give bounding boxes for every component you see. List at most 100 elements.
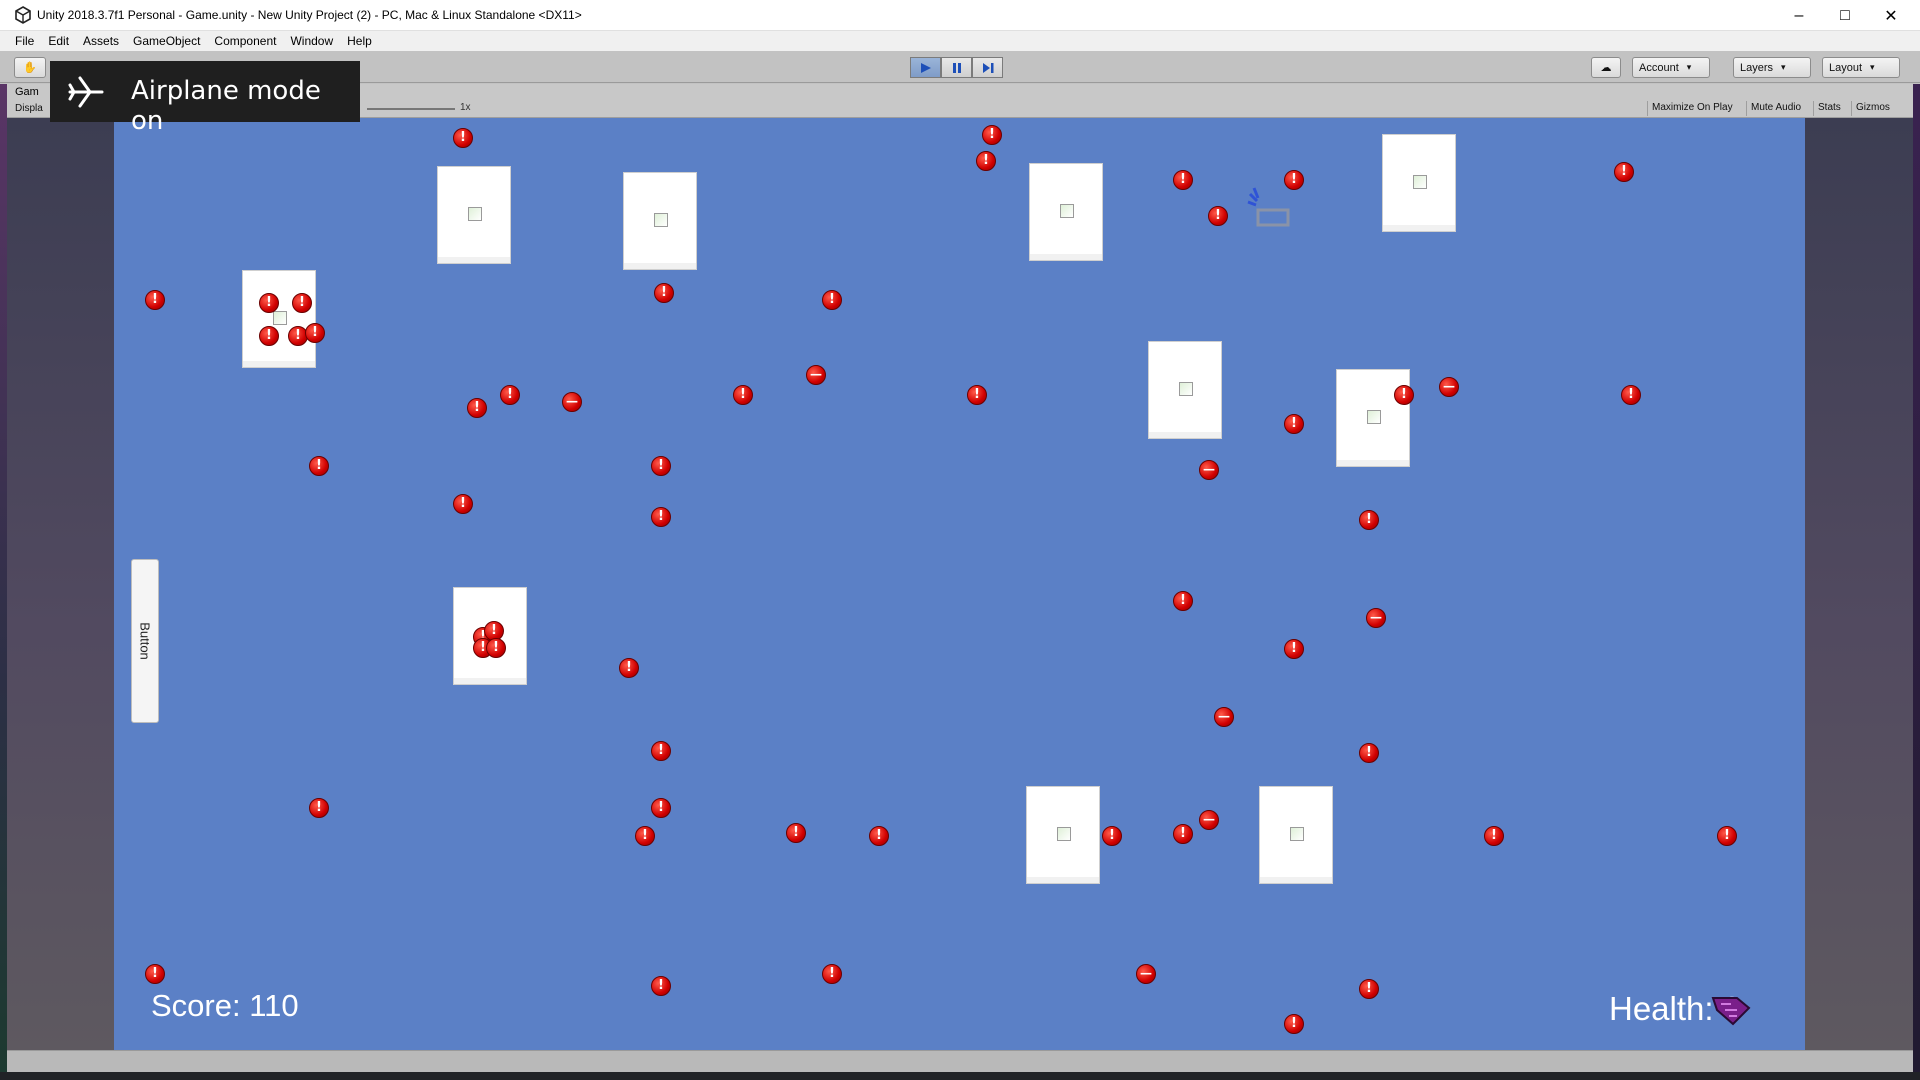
image-card — [1259, 786, 1333, 884]
unity-editor-window: Unity 2018.3.7f1 Personal - Game.unity -… — [0, 0, 1920, 1080]
error-icon: ! — [486, 638, 506, 658]
image-card — [623, 172, 697, 270]
score-label: Score: 110 — [151, 988, 299, 1023]
image-card — [1336, 369, 1410, 467]
error-icon: ! — [500, 385, 520, 405]
pause-button[interactable] — [941, 57, 972, 78]
error-icon: ! — [786, 823, 806, 843]
menu-assets[interactable]: Assets — [76, 34, 126, 48]
error-icon: ! — [635, 826, 655, 846]
error-icon: ! — [453, 128, 473, 148]
error-icon: ! — [822, 964, 842, 984]
maximize-icon[interactable]: □ — [1822, 0, 1868, 31]
error-icon: ! — [1359, 979, 1379, 999]
error-icon: ! — [967, 385, 987, 405]
window-title: Unity 2018.3.7f1 Personal - Game.unity -… — [37, 8, 582, 22]
error-icon: ! — [1621, 385, 1641, 405]
error-icon: ! — [651, 456, 671, 476]
error-icon: ! — [1284, 1014, 1304, 1034]
error-icon: ! — [869, 826, 889, 846]
error-icon: ! — [453, 494, 473, 514]
error-icon: — — [1199, 460, 1219, 480]
airplane-mode-toast: Airplane mode on — [50, 61, 360, 136]
mute-audio-toggle[interactable]: Mute Audio — [1746, 101, 1805, 116]
layers-dropdown[interactable]: Layers — [1733, 57, 1811, 78]
title-bar: Unity 2018.3.7f1 Personal - Game.unity -… — [0, 0, 1920, 31]
heart-cursor-icon — [1711, 997, 1751, 1026]
step-icon — [982, 62, 993, 73]
error-icon: ! — [976, 151, 996, 171]
error-icon: — — [1214, 707, 1234, 727]
error-icon: ! — [1284, 639, 1304, 659]
error-icon: ! — [654, 283, 674, 303]
error-icon: ! — [309, 798, 329, 818]
loading-spinner-icon — [1247, 187, 1290, 227]
menu-bar: File Edit Assets GameObject Component Wi… — [0, 31, 1920, 51]
hand-tool-icon[interactable]: ✋ — [14, 57, 46, 78]
menu-window[interactable]: Window — [283, 34, 340, 48]
error-icon: ! — [651, 976, 671, 996]
error-icon: ! — [1173, 170, 1193, 190]
error-icon: ! — [259, 326, 279, 346]
error-icon: ! — [651, 741, 671, 761]
error-icon: — — [1199, 810, 1219, 830]
scale-slider[interactable] — [367, 108, 455, 110]
error-icon: ! — [1394, 385, 1414, 405]
error-icon: ! — [467, 398, 487, 418]
error-icon: ! — [1173, 591, 1193, 611]
error-icon: ! — [259, 293, 279, 313]
game-canvas[interactable]: Button Score: 110 Health: 3 !!!!!!!!!!!!… — [114, 118, 1805, 1050]
gizmos-dropdown[interactable]: Gizmos — [1851, 101, 1894, 116]
error-icon: ! — [1484, 826, 1504, 846]
error-icon: ! — [1284, 414, 1304, 434]
stats-toggle[interactable]: Stats — [1813, 101, 1845, 116]
error-icon: ! — [1717, 826, 1737, 846]
cloud-icon[interactable]: ☁ — [1591, 57, 1621, 78]
broken-image-icon — [1290, 827, 1304, 841]
error-icon: ! — [309, 456, 329, 476]
error-icon: — — [1136, 964, 1156, 984]
play-icon — [920, 62, 931, 73]
minimize-icon[interactable]: – — [1776, 0, 1822, 31]
menu-component[interactable]: Component — [207, 34, 283, 48]
error-icon: ! — [1173, 824, 1193, 844]
broken-image-icon — [1060, 204, 1074, 218]
menu-help[interactable]: Help — [340, 34, 379, 48]
broken-image-icon — [654, 213, 668, 227]
account-dropdown[interactable]: Account — [1632, 57, 1710, 78]
display-dropdown[interactable]: Displa — [15, 103, 43, 114]
desktop-edge-right — [1913, 84, 1920, 1080]
airplane-icon — [68, 76, 104, 108]
close-icon[interactable]: ✕ — [1868, 0, 1914, 31]
error-icon: — — [562, 392, 582, 412]
error-icon: ! — [1102, 826, 1122, 846]
menu-edit[interactable]: Edit — [41, 34, 76, 48]
error-icon: ! — [619, 658, 639, 678]
error-icon: ! — [822, 290, 842, 310]
error-icon: ! — [145, 290, 165, 310]
error-icon: — — [806, 365, 826, 385]
layout-dropdown[interactable]: Layout — [1822, 57, 1900, 78]
error-icon: ! — [292, 293, 312, 313]
unity-logo-icon — [15, 6, 31, 24]
play-controls — [910, 57, 1003, 78]
tab-game[interactable]: Gam — [15, 86, 39, 98]
image-card — [437, 166, 511, 264]
step-button[interactable] — [972, 57, 1003, 78]
error-icon: — — [1366, 608, 1386, 628]
error-icon: ! — [1284, 170, 1304, 190]
menu-file[interactable]: File — [8, 34, 41, 48]
error-icon: ! — [1359, 743, 1379, 763]
toast-text: Airplane mode on — [131, 76, 321, 136]
taskbar-edge — [0, 1072, 1920, 1080]
menu-gameobject[interactable]: GameObject — [126, 34, 207, 48]
error-icon: ! — [1359, 510, 1379, 530]
play-button[interactable] — [910, 57, 941, 78]
broken-image-icon — [1179, 382, 1193, 396]
game-letterbox-left — [7, 118, 114, 1050]
broken-image-icon — [1057, 827, 1071, 841]
ui-button[interactable]: Button — [131, 559, 159, 723]
maximize-on-play-toggle[interactable]: Maximize On Play — [1647, 101, 1737, 116]
error-icon: ! — [1614, 162, 1634, 182]
game-letterbox-right — [1805, 118, 1913, 1050]
